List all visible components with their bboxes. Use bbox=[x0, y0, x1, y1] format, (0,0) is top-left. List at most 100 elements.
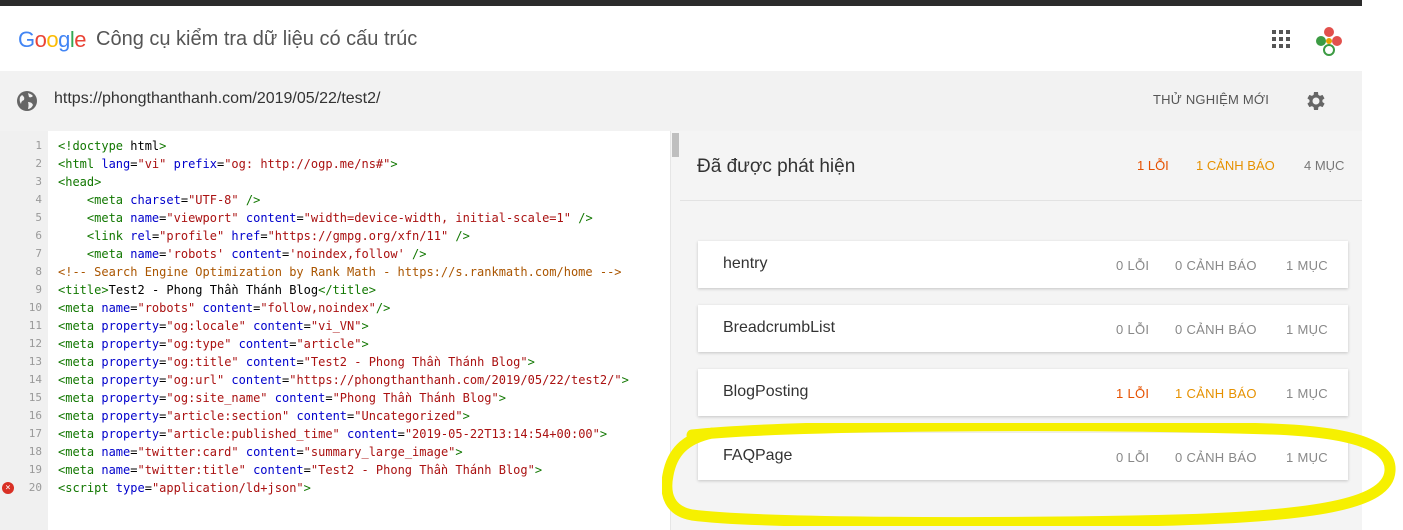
result-card[interactable]: BreadcrumbList 0 LỖI 0 CẢNH BÁO 1 MỤC bbox=[698, 305, 1348, 352]
url-bar: https://phongthanthanh.com/2019/05/22/te… bbox=[0, 71, 1362, 131]
result-card-error-count: 0 LỖI bbox=[1116, 258, 1150, 273]
code-line: 10 <meta name="robots" content="follow,no… bbox=[0, 299, 670, 317]
line-number: 18 bbox=[28, 445, 42, 458]
code-text: <meta property="og:url" content="https:/… bbox=[58, 373, 629, 387]
page-title: Công cụ kiểm tra dữ liệu có cấu trúc bbox=[96, 28, 418, 50]
result-card-name: hentry bbox=[723, 255, 768, 272]
result-card-error-count: 0 LỖI bbox=[1116, 322, 1150, 337]
results-summary: Đã được phát hiện 1 LỖI 1 CẢNH BÁO 4 MỤC bbox=[680, 131, 1362, 201]
code-text: <meta property="og:site_name" content="P… bbox=[58, 391, 506, 405]
code-line: 13 <meta property="og:title" content="Tes… bbox=[0, 353, 670, 371]
line-number: 7 bbox=[35, 247, 42, 260]
line-number: 13 bbox=[28, 355, 42, 368]
account-logo-icon[interactable] bbox=[1312, 24, 1346, 58]
result-card-name: FAQPage bbox=[723, 447, 793, 464]
result-card[interactable]: FAQPage 0 LỖI 0 CẢNH BÁO 1 MỤC bbox=[698, 433, 1348, 480]
result-card-item-count: 1 MỤC bbox=[1286, 258, 1328, 273]
google-logo-text: Google bbox=[18, 27, 87, 52]
code-text: <head> bbox=[58, 175, 102, 189]
code-line: 19 <meta name="twitter:title" content="Te… bbox=[0, 461, 670, 479]
summary-warning-count[interactable]: 1 CẢNH BÁO bbox=[1196, 158, 1275, 173]
code-text: <meta name="viewport" content="width=dev… bbox=[86, 211, 593, 225]
code-line: 7 <meta name='robots' content='noindex,f… bbox=[0, 245, 670, 263]
code-line: 3 <head> bbox=[0, 173, 670, 191]
code-scrollbar[interactable] bbox=[670, 131, 680, 530]
code-line: 14 <meta property="og:url" content="https… bbox=[0, 371, 670, 389]
code-text: <link rel="profile" href="https://gmpg.o… bbox=[86, 229, 470, 243]
line-number: 10 bbox=[28, 301, 42, 314]
code-line: 11 <meta property="og:locale" content="vi… bbox=[0, 317, 670, 335]
result-card-error-count: 1 LỖI bbox=[1116, 386, 1150, 401]
code-text: <meta property="article:section" content… bbox=[58, 409, 470, 423]
line-number: 4 bbox=[35, 193, 42, 206]
code-text: <meta property="article:published_time" … bbox=[58, 427, 608, 441]
result-card-name: BlogPosting bbox=[723, 383, 809, 400]
line-number: 19 bbox=[28, 463, 42, 476]
code-text: <meta name='robots' content='noindex,fol… bbox=[86, 247, 427, 261]
code-line: 5 <meta name="viewport" content="width=d… bbox=[0, 209, 670, 227]
summary-error-count[interactable]: 1 LỖI bbox=[1137, 158, 1169, 173]
google-logo[interactable]: Google bbox=[18, 27, 87, 53]
code-text: <meta property="og:locale" content="vi_V… bbox=[58, 319, 369, 333]
apps-grid-icon[interactable] bbox=[1272, 30, 1290, 48]
url-input[interactable]: https://phongthanthanh.com/2019/05/22/te… bbox=[54, 90, 380, 108]
result-card-name: BreadcrumbList bbox=[723, 319, 836, 336]
line-number: 8 bbox=[35, 265, 42, 278]
result-card-warning-count: 0 CẢNH BÁO bbox=[1175, 450, 1257, 465]
code-editor[interactable]: 1 <!doctype html> 2 <html lang="vi" prefix=… bbox=[0, 131, 680, 530]
code-text: <script type="application/ld+json"> bbox=[58, 481, 311, 495]
results-panel: Đã được phát hiện 1 LỖI 1 CẢNH BÁO 4 MỤC… bbox=[680, 131, 1362, 530]
code-text: <meta name="twitter:card" content="summa… bbox=[58, 445, 463, 459]
code-line: 6 <link rel="profile" href="https://gmpg… bbox=[0, 227, 670, 245]
line-number: 9 bbox=[35, 283, 42, 296]
code-text: <meta property="og:type" content="articl… bbox=[58, 337, 369, 351]
code-line: 8 <!-- Search Engine Optimization by Rank… bbox=[0, 263, 670, 281]
code-line: 20 × <script type="application/ld+json"> bbox=[0, 479, 670, 497]
code-text: <meta property="og:title" content="Test2… bbox=[58, 355, 535, 369]
line-number: 11 bbox=[28, 319, 42, 332]
new-test-button[interactable]: THỬ NGHIỆM MỚI bbox=[1153, 92, 1269, 107]
line-number: 5 bbox=[35, 211, 42, 224]
code-line: 9 <title>Test2 - Phong Thần Thánh Blog</t… bbox=[0, 281, 670, 299]
globe-icon bbox=[16, 90, 38, 112]
result-card-warning-count: 0 CẢNH BÁO bbox=[1175, 258, 1257, 273]
code-line: 2 <html lang="vi" prefix="og: http://ogp.… bbox=[0, 155, 670, 173]
error-marker-icon[interactable]: × bbox=[2, 482, 14, 494]
result-card-item-count: 1 MỤC bbox=[1286, 322, 1328, 337]
code-text: <meta name="twitter:title" content="Test… bbox=[58, 463, 543, 477]
code-scroll-thumb[interactable] bbox=[672, 133, 679, 157]
result-card-error-count: 0 LỖI bbox=[1116, 450, 1150, 465]
code-text: <meta charset="UTF-8" /> bbox=[86, 193, 261, 207]
line-number: 1 bbox=[35, 139, 42, 152]
code-line: 12 <meta property="og:type" content="arti… bbox=[0, 335, 670, 353]
line-number: 17 bbox=[28, 427, 42, 440]
app-header: Google Công cụ kiểm tra dữ liệu có cấu t… bbox=[0, 6, 1362, 71]
summary-item-count[interactable]: 4 MỤC bbox=[1304, 158, 1344, 173]
results-title: Đã được phát hiện bbox=[697, 156, 856, 177]
line-number: 2 bbox=[35, 157, 42, 170]
line-number: 12 bbox=[28, 337, 42, 350]
result-card-item-count: 1 MỤC bbox=[1286, 450, 1328, 465]
code-line: 1 <!doctype html> bbox=[0, 137, 670, 155]
code-text: <!-- Search Engine Optimization by Rank … bbox=[58, 265, 622, 279]
result-card-item-count: 1 MỤC bbox=[1286, 386, 1328, 401]
result-card[interactable]: hentry 0 LỖI 0 CẢNH BÁO 1 MỤC bbox=[698, 241, 1348, 288]
code-text: <!doctype html> bbox=[58, 139, 167, 153]
code-line: 16 <meta property="article:section" conte… bbox=[0, 407, 670, 425]
result-card[interactable]: BlogPosting 1 LỖI 1 CẢNH BÁO 1 MỤC bbox=[698, 369, 1348, 416]
result-card-warning-count: 1 CẢNH BÁO bbox=[1175, 386, 1257, 401]
code-line: 18 <meta name="twitter:card" content="sum… bbox=[0, 443, 670, 461]
code-line: 15 <meta property="og:site_name" content=… bbox=[0, 389, 670, 407]
line-number: 15 bbox=[28, 391, 42, 404]
result-card-warning-count: 0 CẢNH BÁO bbox=[1175, 322, 1257, 337]
code-text: <meta name="robots" content="follow,noin… bbox=[58, 301, 391, 315]
line-number: 6 bbox=[35, 229, 42, 242]
code-line: 4 <meta charset="UTF-8" /> bbox=[0, 191, 670, 209]
code-text: <html lang="vi" prefix="og: http://ogp.m… bbox=[58, 157, 398, 171]
gear-icon[interactable] bbox=[1304, 89, 1328, 113]
code-line: 17 <meta property="article:published_time… bbox=[0, 425, 670, 443]
line-number: 16 bbox=[28, 409, 42, 422]
code-text: <title>Test2 - Phong Thần Thánh Blog</ti… bbox=[58, 283, 376, 297]
line-number: 14 bbox=[28, 373, 42, 386]
line-number: 3 bbox=[35, 175, 42, 188]
